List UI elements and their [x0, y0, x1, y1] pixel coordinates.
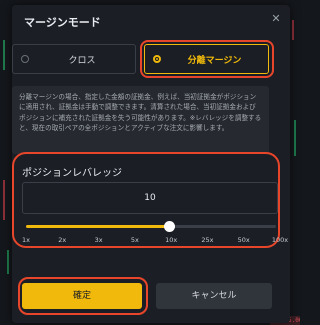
leverage-tick-10x[interactable]: 10x — [165, 236, 177, 244]
chart-candle — [7, 250, 9, 274]
cross-margin-option[interactable]: クロス — [12, 44, 136, 74]
leverage-tick-2x[interactable]: 2x — [58, 236, 66, 244]
cross-margin-label: クロス — [68, 55, 96, 66]
chart-candle — [294, 120, 296, 156]
leverage-label: ポジションレバレッジ — [22, 168, 122, 179]
confirm-button[interactable]: 確定 — [22, 283, 142, 309]
close-icon[interactable]: ✕ — [268, 11, 284, 27]
leverage-tick-1x[interactable]: 1x — [22, 236, 30, 244]
isolated-margin-option[interactable]: 分離マージン — [144, 44, 269, 74]
leverage-input[interactable]: 10 — [22, 182, 278, 214]
isolated-margin-label: 分離マージン — [187, 55, 242, 66]
chart-candle — [3, 40, 5, 70]
margin-description: 分離マージンの場合、指定した金額の証拠金、例えば、当初証拠金がポジションに適用さ… — [12, 86, 269, 154]
leverage-ticks: 1x 2x 3x 5x 10x 25x 50x 100x — [20, 236, 288, 246]
cancel-button[interactable]: キャンセル — [156, 283, 272, 309]
leverage-tick-3x[interactable]: 3x — [95, 236, 103, 244]
chart-candle — [3, 180, 5, 220]
radio-selected-icon — [153, 55, 161, 63]
leverage-tick-25x[interactable]: 25x — [201, 236, 213, 244]
slider-fill — [26, 225, 169, 228]
leverage-tick-100x[interactable]: 100x — [272, 236, 288, 244]
leverage-tick-5x[interactable]: 5x — [131, 236, 139, 244]
modal-title: マージンモード — [24, 16, 101, 29]
slider-knob[interactable] — [163, 221, 175, 232]
leverage-slider[interactable] — [26, 220, 276, 234]
radio-icon — [21, 55, 29, 63]
chart-candle — [292, 20, 294, 40]
leverage-tick-50x[interactable]: 50x — [238, 236, 250, 244]
